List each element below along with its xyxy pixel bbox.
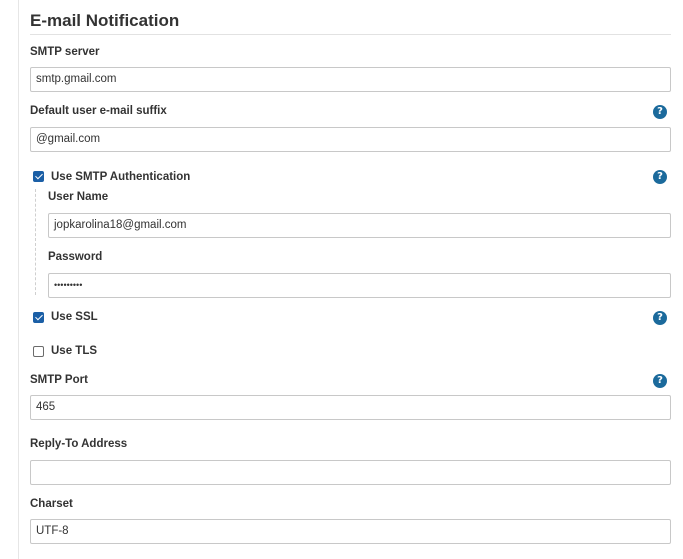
reply-to-label: Reply-To Address: [30, 438, 128, 450]
username-input[interactable]: jopkarolina18@gmail.com: [48, 213, 671, 238]
section-title: E-mail Notification: [30, 11, 180, 30]
smtp-auth-label: Use SMTP Authentication: [51, 171, 191, 183]
password-input[interactable]: •••••••••: [48, 273, 671, 298]
charset-label: Charset: [30, 498, 73, 510]
left-divider: [18, 0, 19, 559]
reply-to-input[interactable]: [30, 460, 671, 485]
email-suffix-input[interactable]: @gmail.com: [30, 127, 671, 152]
title-divider: [30, 34, 671, 35]
smtp-auth-help-icon[interactable]: ?: [653, 170, 667, 184]
smtp-server-input[interactable]: smtp.gmail.com: [30, 67, 671, 92]
smtp-auth-checkbox[interactable]: [33, 171, 44, 182]
smtp-server-label: SMTP server: [30, 46, 100, 58]
smtp-port-label: SMTP Port: [30, 374, 88, 386]
use-tls-checkbox[interactable]: [33, 346, 44, 357]
use-tls-label: Use TLS: [51, 345, 98, 357]
username-label: User Name: [48, 191, 109, 203]
smtp-port-help-icon[interactable]: ?: [653, 374, 667, 388]
email-suffix-label: Default user e-mail suffix: [30, 105, 167, 117]
auth-group-indent-line: [35, 189, 36, 295]
use-ssl-checkbox[interactable]: [33, 312, 44, 323]
email-notification-section: E-mail Notification SMTP server smtp.gma…: [30, 0, 671, 559]
charset-input[interactable]: UTF-8: [30, 519, 671, 544]
email-suffix-help-icon[interactable]: ?: [653, 105, 667, 119]
use-ssl-label: Use SSL: [51, 311, 98, 323]
use-ssl-help-icon[interactable]: ?: [653, 311, 667, 325]
smtp-port-input[interactable]: 465: [30, 395, 671, 420]
password-label: Password: [48, 251, 103, 263]
